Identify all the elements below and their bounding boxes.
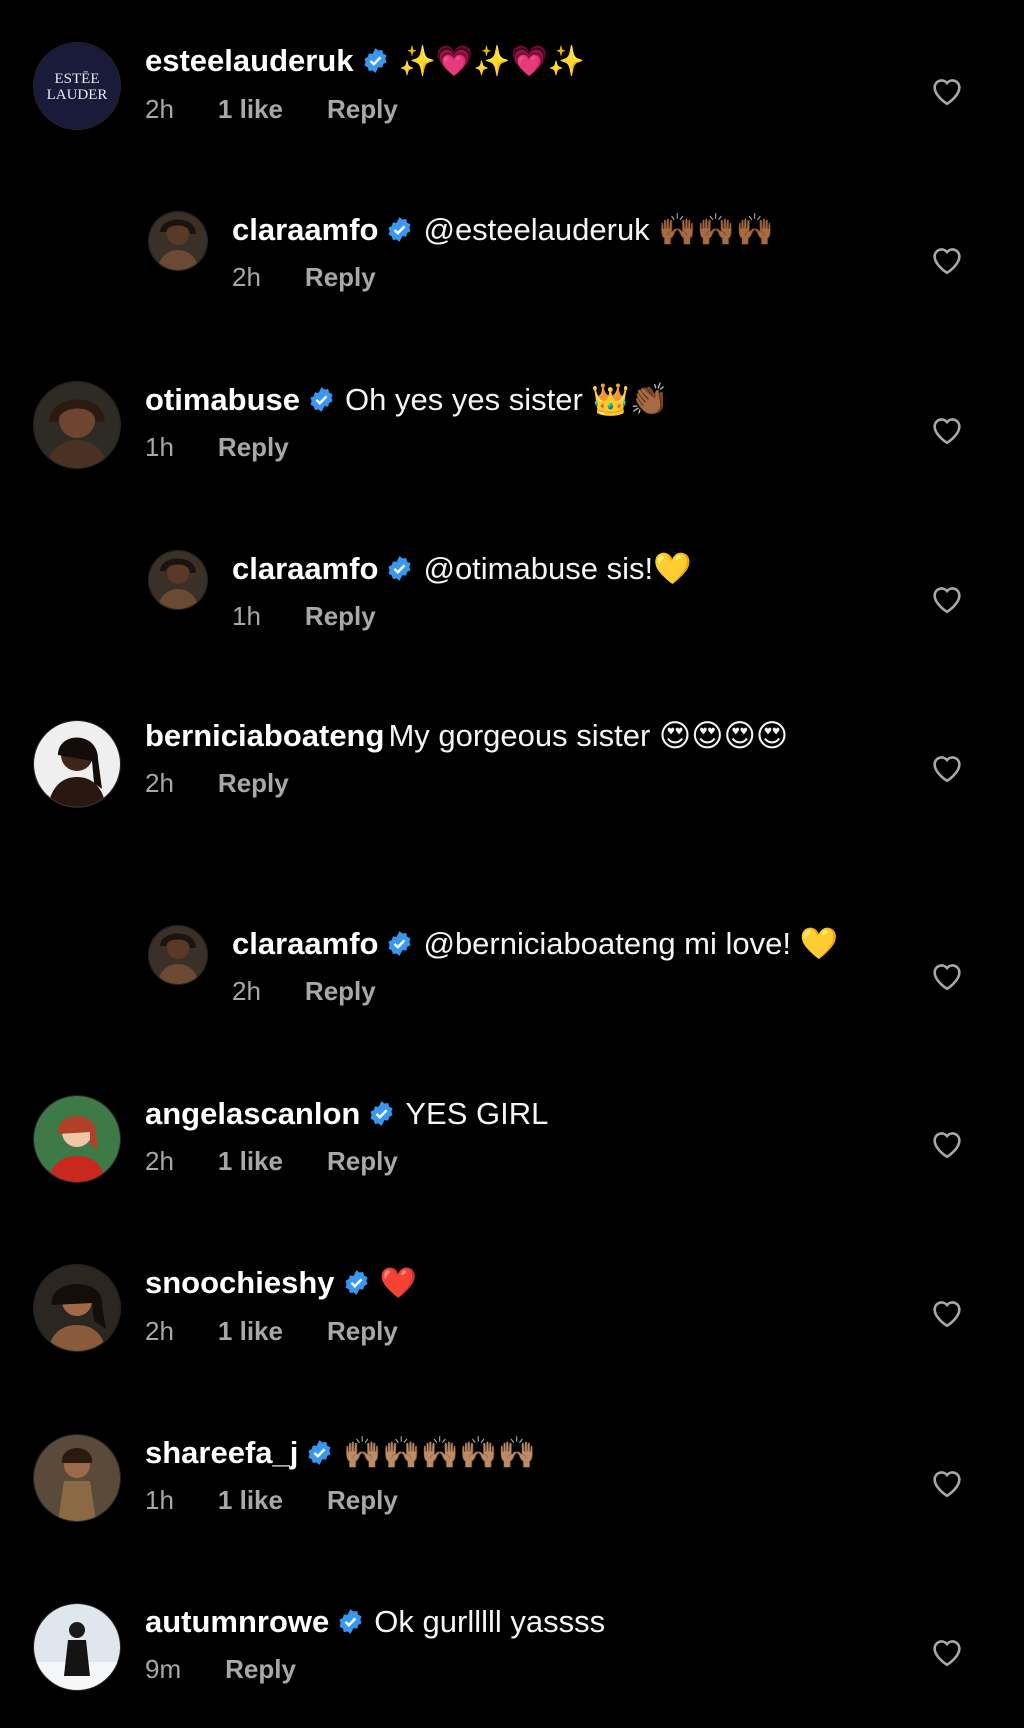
username[interactable]: esteelauderuk — [145, 43, 354, 78]
comment-body: otimabuse Oh yes yes sister 👑👏🏾 1h Reply — [145, 381, 904, 463]
avatar[interactable] — [33, 381, 121, 469]
heart-outline-icon[interactable] — [929, 74, 965, 106]
comment-time: 2h — [145, 768, 174, 798]
comment-time: 2h — [232, 976, 261, 1006]
comment-meta: 2h Reply — [145, 767, 904, 799]
heart-outline-icon[interactable] — [929, 1296, 965, 1328]
comment-time: 2h — [145, 1316, 174, 1346]
heart-outline-icon[interactable] — [929, 1127, 965, 1159]
comment-text: YES GIRL — [405, 1096, 549, 1131]
verified-badge-icon — [362, 47, 389, 74]
comment-time: 1h — [232, 601, 261, 631]
username[interactable]: snoochieshy — [145, 1265, 335, 1300]
comment-time: 9m — [145, 1654, 182, 1684]
reply-button[interactable]: Reply — [218, 768, 289, 798]
avatar[interactable] — [33, 1264, 121, 1352]
comment-body: angelascanlon YES GIRL 2h 1 like Reply — [145, 1095, 904, 1177]
avatar[interactable] — [33, 1095, 121, 1183]
comment-text: Oh yes yes sister 👑👏🏾 — [345, 382, 669, 417]
comment-meta: 2h 1 like Reply — [145, 1315, 904, 1347]
comment-body: claraamfo @esteelauderuk 🙌🏾🙌🏾🙌🏾 2h Reply — [232, 211, 904, 293]
comment-meta: 2h Reply — [232, 975, 904, 1007]
username[interactable]: berniciaboateng — [145, 718, 384, 753]
reply-button[interactable]: Reply — [327, 94, 398, 124]
avatar[interactable] — [33, 720, 121, 808]
comment-meta: 1h Reply — [145, 431, 904, 463]
likes-count[interactable]: 1 like — [218, 94, 283, 124]
heart-outline-icon[interactable] — [929, 1635, 965, 1667]
verified-badge-icon — [306, 1439, 333, 1466]
comment-meta: 1h Reply — [232, 600, 904, 632]
comment-time: 2h — [145, 1146, 174, 1176]
comment-text: Ok gurlllll yassss — [374, 1604, 606, 1639]
svg-text:ESTĒE: ESTĒE — [55, 71, 100, 87]
comment-text: @esteelauderuk 🙌🏾🙌🏾🙌🏾 — [423, 212, 775, 247]
comment-body: berniciaboateng My gorgeous sister 😍😍😍😍 2… — [145, 717, 904, 799]
heart-outline-icon[interactable] — [929, 959, 965, 991]
likes-count[interactable]: 1 like — [218, 1485, 283, 1515]
reply-button[interactable]: Reply — [305, 262, 376, 292]
username[interactable]: otimabuse — [145, 382, 300, 417]
comment-body: claraamfo @berniciaboateng mi love! 💛 2h R… — [232, 925, 904, 1007]
verified-badge-icon — [343, 1269, 370, 1296]
estee-lauder-logo: ESTĒE LAUDER — [34, 43, 120, 129]
avatar[interactable]: ESTĒE LAUDER — [33, 42, 121, 130]
comment-meta: 2h 1 like Reply — [145, 93, 904, 125]
verified-badge-icon — [386, 930, 413, 957]
verified-badge-icon — [386, 216, 413, 243]
username[interactable]: angelascanlon — [145, 1096, 360, 1131]
comment-text: @berniciaboateng mi love! 💛 — [423, 926, 839, 961]
comment-body: claraamfo @otimabuse sis!💛 1h Reply — [232, 550, 904, 632]
comment-time: 1h — [145, 432, 174, 462]
verified-badge-icon — [337, 1608, 364, 1635]
comment-meta: 2h Reply — [232, 261, 904, 293]
comment-text: @otimabuse sis!💛 — [423, 551, 692, 586]
likes-count[interactable]: 1 like — [218, 1316, 283, 1346]
avatar[interactable] — [33, 1434, 121, 1522]
comment-time: 2h — [145, 94, 174, 124]
reply-button[interactable]: Reply — [327, 1485, 398, 1515]
comment-text: ✨💗✨💗✨ — [398, 44, 586, 79]
username[interactable]: shareefa_j — [145, 1435, 298, 1470]
reply-button[interactable]: Reply — [225, 1654, 296, 1684]
svg-text:LAUDER: LAUDER — [47, 87, 108, 103]
avatar[interactable] — [148, 550, 208, 610]
username[interactable]: autumnrowe — [145, 1604, 329, 1639]
username[interactable]: claraamfo — [232, 551, 378, 586]
likes-count[interactable]: 1 like — [218, 1146, 283, 1176]
comment-text: ❤️ — [379, 1266, 417, 1301]
comment-time: 2h — [232, 262, 261, 292]
heart-outline-icon[interactable] — [929, 1466, 965, 1498]
reply-button[interactable]: Reply — [327, 1146, 398, 1176]
reply-button[interactable]: Reply — [218, 432, 289, 462]
comment-body: esteelauderuk ✨💗✨💗✨ 2h 1 like Reply — [145, 42, 904, 125]
comment-meta: 1h 1 like Reply — [145, 1484, 904, 1516]
heart-outline-icon[interactable] — [929, 751, 965, 783]
comment-text: My gorgeous sister 😍😍😍😍 — [388, 718, 789, 753]
verified-badge-icon — [368, 1100, 395, 1127]
reply-button[interactable]: Reply — [305, 601, 376, 631]
reply-button[interactable]: Reply — [305, 976, 376, 1006]
avatar[interactable] — [148, 211, 208, 271]
heart-outline-icon[interactable] — [929, 582, 965, 614]
comment-text: 🙌🏽🙌🏽🙌🏽🙌🏽🙌🏽 — [343, 1435, 537, 1470]
avatar[interactable] — [148, 925, 208, 985]
username[interactable]: claraamfo — [232, 212, 378, 247]
reply-button[interactable]: Reply — [327, 1316, 398, 1346]
comment-meta: 9m Reply — [145, 1653, 904, 1685]
comment-body: shareefa_j 🙌🏽🙌🏽🙌🏽🙌🏽🙌🏽 1h 1 like Reply — [145, 1434, 904, 1516]
verified-badge-icon — [386, 555, 413, 582]
comment-time: 1h — [145, 1485, 174, 1515]
heart-outline-icon[interactable] — [929, 413, 965, 445]
avatar[interactable] — [33, 1603, 121, 1691]
heart-outline-icon[interactable] — [929, 243, 965, 275]
comment-body: autumnrowe Ok gurlllll yassss 9m Reply — [145, 1603, 904, 1685]
comment-body: snoochieshy ❤️ 2h 1 like Reply — [145, 1264, 904, 1347]
comment-meta: 2h 1 like Reply — [145, 1145, 904, 1177]
verified-badge-icon — [308, 386, 335, 413]
username[interactable]: claraamfo — [232, 926, 378, 961]
